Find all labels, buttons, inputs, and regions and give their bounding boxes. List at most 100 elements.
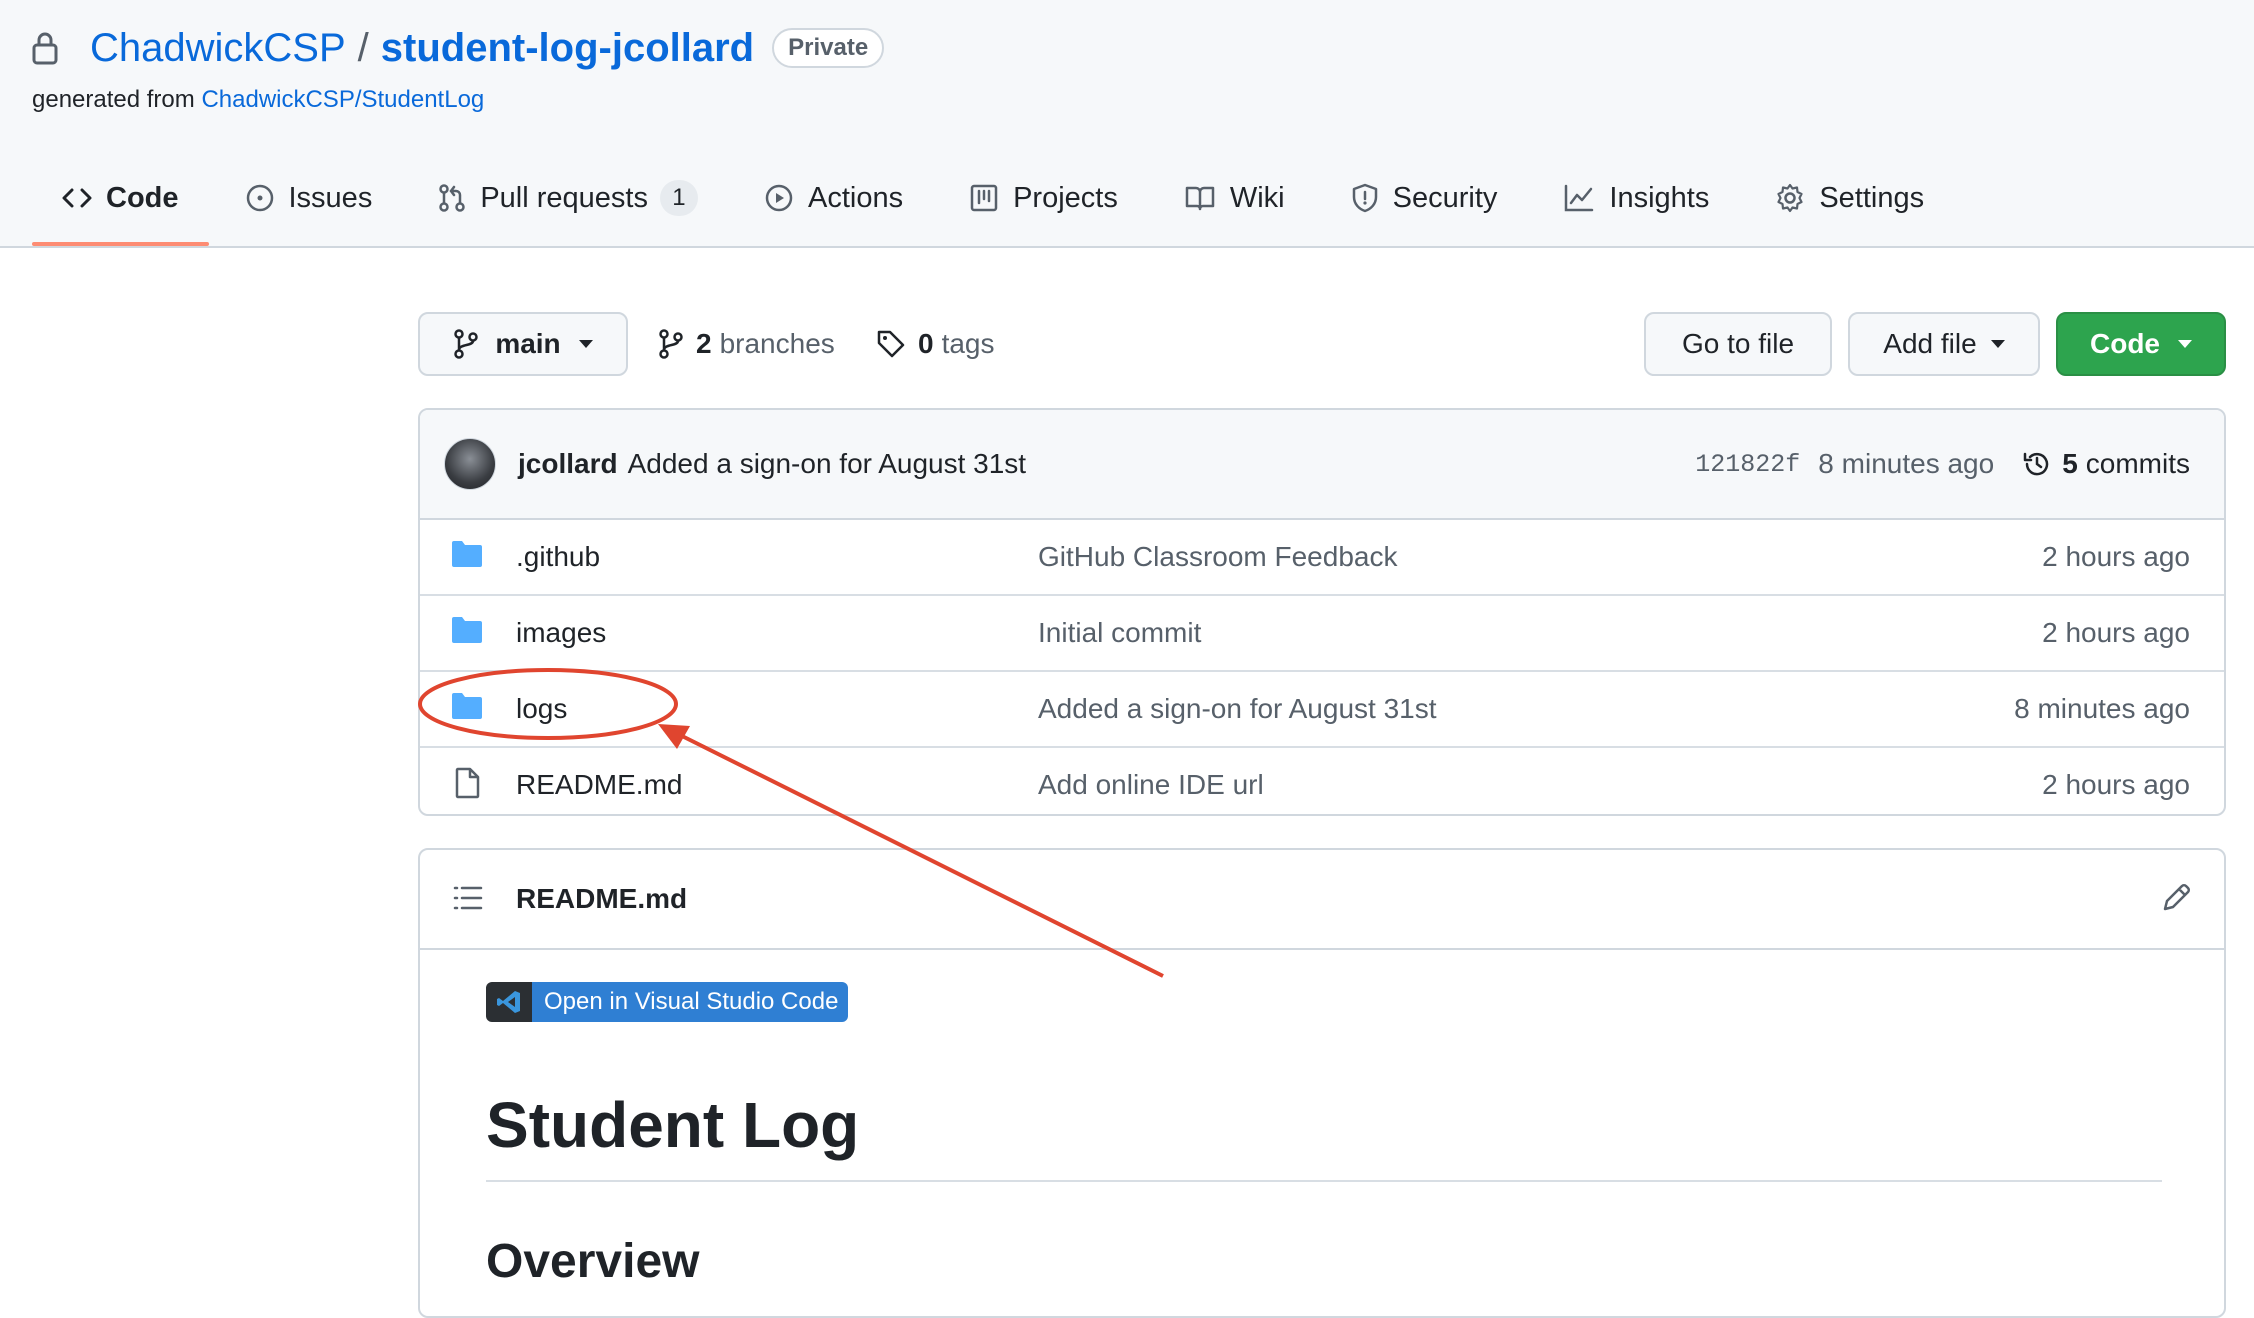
tab-projects[interactable]: Projects	[939, 164, 1148, 232]
heading-divider	[486, 1180, 2162, 1182]
tags-link[interactable]: 0 tags	[876, 312, 995, 376]
issue-icon	[246, 184, 273, 212]
file-icon	[455, 767, 480, 799]
readme-panel: README.md Open in Visual Studio Code Stu…	[418, 848, 2226, 1318]
branch-name: main	[495, 328, 561, 359]
file-commit-message-link[interactable]: Initial commit	[1038, 617, 1201, 649]
avatar[interactable]	[444, 438, 496, 490]
file-name-link[interactable]: README.md	[516, 769, 682, 801]
graph-icon	[1565, 184, 1594, 212]
file-row[interactable]: .github GitHub Classroom Feedback 2 hour…	[420, 520, 2224, 596]
tab-security[interactable]: Security	[1321, 164, 1528, 232]
tab-projects-label: Projects	[1013, 181, 1118, 214]
file-commit-message-link[interactable]: Added a sign-on for August 31st	[1038, 693, 1437, 725]
project-icon	[970, 184, 998, 212]
file-name-link[interactable]: .github	[516, 541, 600, 573]
branches-label: branches	[719, 328, 835, 359]
branch-icon	[659, 329, 683, 359]
file-commit-age: 2 hours ago	[2042, 617, 2190, 648]
branch-select-button[interactable]: main	[418, 312, 628, 376]
tab-code-label: Code	[106, 181, 179, 214]
pencil-icon[interactable]	[2160, 882, 2192, 914]
chevron-down-icon	[1990, 340, 2005, 348]
template-source-link[interactable]: ChadwickCSP/StudentLog	[201, 86, 484, 113]
tab-pull-requests[interactable]: Pull requests 1	[408, 164, 728, 232]
vscode-badge-label: Open in Visual Studio Code	[532, 982, 849, 1022]
add-file-button[interactable]: Add file	[1848, 312, 2040, 376]
commits-history-link[interactable]: 5 commits	[2022, 448, 2190, 480]
add-file-label: Add file	[1883, 328, 1977, 359]
readme-header: README.md	[420, 850, 2224, 950]
commit-author-link[interactable]: jcollard	[518, 448, 618, 480]
file-commit-age: 2 hours ago	[2042, 769, 2190, 800]
branches-count: 2	[696, 328, 712, 359]
tab-settings[interactable]: Settings	[1745, 164, 1954, 232]
chevron-down-icon	[2178, 340, 2192, 348]
commit-message-link[interactable]: Added a sign-on for August 31st	[628, 448, 1027, 480]
template-source: generated from ChadwickCSP/StudentLog	[32, 86, 484, 114]
chevron-down-icon	[578, 340, 593, 348]
commits-count: 5	[2062, 448, 2078, 479]
go-to-file-button[interactable]: Go to file	[1644, 312, 1832, 376]
code-button-label: Code	[2090, 328, 2160, 359]
branches-link[interactable]: 2 branches	[658, 312, 835, 376]
readme-heading-1: Student Log	[486, 1089, 860, 1161]
code-button[interactable]: Code	[2056, 312, 2226, 376]
book-icon	[1185, 186, 1215, 211]
commit-sha-link[interactable]: 121822f	[1695, 450, 1800, 479]
repo-name-link[interactable]: student-log-jcollard	[381, 26, 754, 71]
repo-toolbar: main 2 branches 0 tags Go to file Add fi…	[418, 312, 2226, 376]
lock-icon	[32, 29, 66, 67]
file-commit-message-link[interactable]: GitHub Classroom Feedback	[1038, 541, 1397, 573]
tab-pull-requests-label: Pull requests	[480, 181, 648, 214]
tab-issues-label: Issues	[288, 181, 373, 214]
file-row[interactable]: README.md Add online IDE url 2 hours ago	[420, 748, 2224, 814]
commits-label: commits	[2085, 448, 2190, 479]
file-name-link[interactable]: images	[516, 617, 606, 649]
commit-age: 8 minutes ago	[1818, 448, 1995, 479]
tab-wiki[interactable]: Wiki	[1154, 164, 1315, 232]
tag-icon	[877, 330, 905, 358]
pull-request-icon	[439, 184, 466, 212]
commit-details: 121822f 8 minutes ago 5 commits	[1695, 410, 2190, 518]
tab-insights[interactable]: Insights	[1533, 164, 1739, 232]
repo-path-separator: /	[357, 25, 369, 70]
repo-nav-tabs: Code Issues Pull requests 1 Actions Proj…	[32, 164, 1960, 246]
folder-icon	[452, 617, 482, 643]
open-in-vscode-badge[interactable]: Open in Visual Studio Code	[486, 982, 849, 1022]
gear-icon	[1777, 183, 1803, 213]
file-commit-age: 2 hours ago	[2042, 541, 2190, 572]
code-icon	[62, 188, 92, 208]
tags-count: 0	[918, 328, 934, 359]
readme-filename: README.md	[516, 883, 688, 914]
folder-icon	[452, 541, 482, 567]
shield-icon	[1352, 183, 1377, 213]
pull-requests-counter: 1	[659, 180, 698, 216]
play-icon	[765, 184, 793, 212]
tab-settings-label: Settings	[1819, 181, 1925, 214]
file-browser: jcollard Added a sign-on for August 31st…	[418, 408, 2226, 816]
tab-security-label: Security	[1392, 181, 1498, 214]
branch-icon	[454, 329, 479, 359]
file-row[interactable]: images Initial commit 2 hours ago	[420, 596, 2224, 672]
visibility-badge: Private	[772, 28, 885, 68]
tab-actions[interactable]: Actions	[734, 164, 933, 232]
tab-wiki-label: Wiki	[1229, 181, 1285, 214]
tab-actions-label: Actions	[807, 181, 904, 214]
list-icon[interactable]	[452, 884, 484, 912]
repo-title: ChadwickCSP / student-log-jcollard Priva…	[32, 22, 885, 74]
tab-insights-label: Insights	[1609, 181, 1710, 214]
file-commit-age: 8 minutes ago	[2014, 693, 2190, 724]
folder-icon	[452, 693, 482, 719]
file-row[interactable]: logs Added a sign-on for August 31st 8 m…	[420, 672, 2224, 748]
repo-owner-link[interactable]: ChadwickCSP	[90, 26, 346, 71]
tags-label: tags	[941, 328, 995, 359]
history-icon	[2023, 452, 2049, 476]
tab-issues[interactable]: Issues	[215, 164, 403, 232]
generated-prefix: generated from	[32, 86, 202, 113]
vscode-icon	[486, 982, 532, 1022]
tab-code[interactable]: Code	[32, 164, 209, 246]
file-commit-message-link[interactable]: Add online IDE url	[1038, 769, 1264, 801]
latest-commit-bar: jcollard Added a sign-on for August 31st…	[420, 410, 2224, 520]
file-name-link[interactable]: logs	[516, 693, 567, 725]
